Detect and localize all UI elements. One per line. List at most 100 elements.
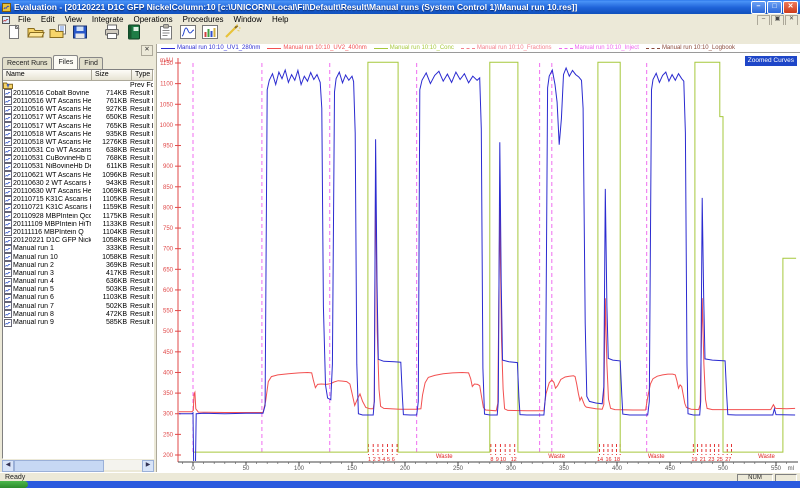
open-result-folder-button[interactable]: [47, 26, 69, 44]
file-size: 765KB: [91, 123, 130, 130]
file-row[interactable]: 20110517 WT Ascaris Hemoglobin...650KBRe…: [3, 114, 153, 122]
legend-label: Manual run 10:10_UV2_400nm: [283, 45, 366, 51]
tab-files[interactable]: Files: [53, 55, 78, 69]
start-button[interactable]: [0, 481, 28, 488]
svg-text:400: 400: [163, 370, 174, 376]
file-row[interactable]: 20110531 Co WT Ascaris Hb638KBResult Fil…: [3, 147, 153, 155]
file-size: 1058KB: [91, 237, 130, 244]
file-size: 636KB: [91, 278, 130, 285]
tab-find[interactable]: Find: [79, 57, 103, 69]
window-close-button[interactable]: ✕: [783, 1, 798, 14]
tab-recent-runs[interactable]: Recent Runs: [2, 57, 52, 69]
menu-operations[interactable]: Operations: [128, 15, 177, 24]
method-notebook-button[interactable]: [123, 26, 145, 44]
menu-integrate[interactable]: Integrate: [87, 15, 129, 24]
legend-entry[interactable]: Manual run 10:10_Logbook: [646, 45, 735, 51]
svg-text:9: 9: [496, 457, 499, 463]
file-row[interactable]: Manual run 8472KBResult File: [3, 310, 153, 318]
menu-procedures[interactable]: Procedures: [178, 15, 229, 24]
document-system-icon[interactable]: [2, 16, 10, 24]
file-row[interactable]: 20110928 MBPIntein Qcolum1175KBResult Fi…: [3, 212, 153, 220]
menu-help[interactable]: Help: [267, 15, 293, 24]
file-row[interactable]: 20110516 Cobalt Bovine Hemoglo...714KBRe…: [3, 89, 153, 97]
file-row[interactable]: 20110518 WT Ascaris Hemoglobin...1276KBR…: [3, 138, 153, 146]
menu-edit[interactable]: Edit: [36, 15, 60, 24]
file-row[interactable]: 20110621 WT Ascaris Hemoglobin1096KBResu…: [3, 171, 153, 179]
file-size: 417KB: [91, 270, 130, 277]
menu-view[interactable]: View: [60, 15, 87, 24]
file-row[interactable]: 20110630 WT Ascaris Hemoglobin...1069KBR…: [3, 187, 153, 195]
open-folder-button[interactable]: [25, 26, 47, 44]
file-row[interactable]: 20110721 K31C Ascaris Hemoglob...1159KBR…: [3, 204, 153, 212]
window-maximize-button[interactable]: □: [767, 1, 782, 14]
result-file-icon: [3, 155, 13, 163]
file-row[interactable]: Manual run 101058KBResult File: [3, 253, 153, 261]
file-row[interactable]: 20111116 MBPIntein Q1104KBResult File: [3, 228, 153, 236]
result-file-icon: [3, 97, 13, 105]
file-name: Manual run 7: [13, 303, 91, 310]
file-type: Result File: [130, 180, 153, 187]
file-size: 333KB: [91, 245, 130, 252]
file-size: 1133KB: [91, 221, 130, 228]
result-file-icon: [3, 286, 13, 294]
file-row[interactable]: 20111109 MBPIntein HiTrapQ1133KBResult F…: [3, 220, 153, 228]
file-row[interactable]: 20110630 2 WT Ascaris Hemoglob...943KBRe…: [3, 179, 153, 187]
new-document-button[interactable]: [3, 26, 25, 44]
chromatogram-plot[interactable]: 2002503003504004505005506006507007508008…: [157, 54, 800, 471]
svg-text:12: 12: [511, 457, 517, 463]
menu-window[interactable]: Window: [229, 15, 267, 24]
svg-text:2: 2: [373, 457, 376, 463]
file-size: 611KB: [91, 163, 130, 170]
report-button[interactable]: [155, 26, 177, 44]
scrollbar-thumb[interactable]: [14, 460, 104, 472]
file-row[interactable]: 20110516 WT Ascaris Hemoglobin...927KBRe…: [3, 106, 153, 114]
file-row[interactable]: Manual run 7502KBResult File: [3, 302, 153, 310]
fraction-marks: 1234568910121416181921232527WasteWasteWa…: [368, 444, 776, 463]
legend-entry[interactable]: Manual run 10:10_Conc: [374, 45, 454, 51]
file-row[interactable]: 20110517 WT Ascaris Hemoglobin...765KBRe…: [3, 122, 153, 130]
legend-entry[interactable]: Manual run 10:10_UV2_400nm: [267, 45, 366, 51]
wand-button[interactable]: [221, 26, 243, 44]
file-name: 20110517 WT Ascaris Hemoglobin...: [13, 114, 91, 121]
file-name: 20111116 MBPIntein Q: [13, 229, 91, 236]
svg-text:650: 650: [163, 267, 174, 273]
file-row[interactable]: Manual run 3417KBResult File: [3, 269, 153, 277]
file-name: 20110621 WT Ascaris Hemoglobin: [13, 172, 91, 179]
column-header-size[interactable]: Size: [92, 70, 132, 81]
file-row[interactable]: 20110531 NiBovineHb Desalt611KBResult Fi…: [3, 163, 153, 171]
file-row[interactable]: Manual run 2369KBResult File: [3, 261, 153, 269]
file-type: Result File: [130, 163, 153, 170]
panel-close-icon[interactable]: ✕: [141, 45, 153, 56]
file-row[interactable]: Manual run 5503KBResult File: [3, 286, 153, 294]
file-row[interactable]: 20120221 D1C GFP NickelColumn1058KBResul…: [3, 237, 153, 245]
file-row[interactable]: 20110516 WT Ascaris Hemoglobin...761KBRe…: [3, 97, 153, 105]
menu-file[interactable]: File: [13, 15, 36, 24]
legend-entry[interactable]: Manual run 10:10_Fractions: [461, 45, 552, 51]
file-row[interactable]: 20110518 WT Ascaris Hemoglobin...935KBRe…: [3, 130, 153, 138]
print-button[interactable]: [101, 26, 123, 44]
file-row[interactable]: 20110531 CuBovineHb Desalt768KBResult Fi…: [3, 155, 153, 163]
legend-entry[interactable]: Manual run 10:10_UV1_280nm: [161, 45, 260, 51]
column-header-type[interactable]: Type: [132, 70, 153, 81]
svg-text:0: 0: [191, 466, 195, 471]
parent-folder-row[interactable]: Prev Folder: [3, 81, 153, 89]
scroll-right-icon[interactable]: ▶: [142, 460, 154, 472]
svg-text:16: 16: [605, 457, 611, 463]
scroll-left-icon[interactable]: ◀: [2, 460, 14, 472]
horizontal-scrollbar[interactable]: ◀ ▶: [2, 460, 154, 470]
file-row[interactable]: Manual run 4636KBResult File: [3, 278, 153, 286]
file-row[interactable]: 20110715 K31C Ascaris Hemoglob...1105KBR…: [3, 196, 153, 204]
save-button[interactable]: [69, 26, 91, 44]
zoomed-curves-badge[interactable]: Zoomed Curves: [745, 56, 797, 66]
window-minimize-button[interactable]: –: [751, 1, 766, 14]
legend-entry[interactable]: Manual run 10:10_Inject: [559, 45, 639, 51]
file-row[interactable]: Manual run 9585KBResult File: [3, 318, 153, 326]
curves-chart-button[interactable]: [177, 26, 199, 44]
file-row[interactable]: Manual run 61103KBResult File: [3, 294, 153, 302]
file-row[interactable]: Manual run 1333KBResult File: [3, 245, 153, 253]
legend-line-sample: [646, 48, 660, 49]
peak-table-chart-button[interactable]: [199, 26, 221, 44]
svg-text:250: 250: [453, 466, 464, 471]
column-header-name[interactable]: Name: [3, 70, 92, 81]
file-size: 1104KB: [91, 229, 130, 236]
